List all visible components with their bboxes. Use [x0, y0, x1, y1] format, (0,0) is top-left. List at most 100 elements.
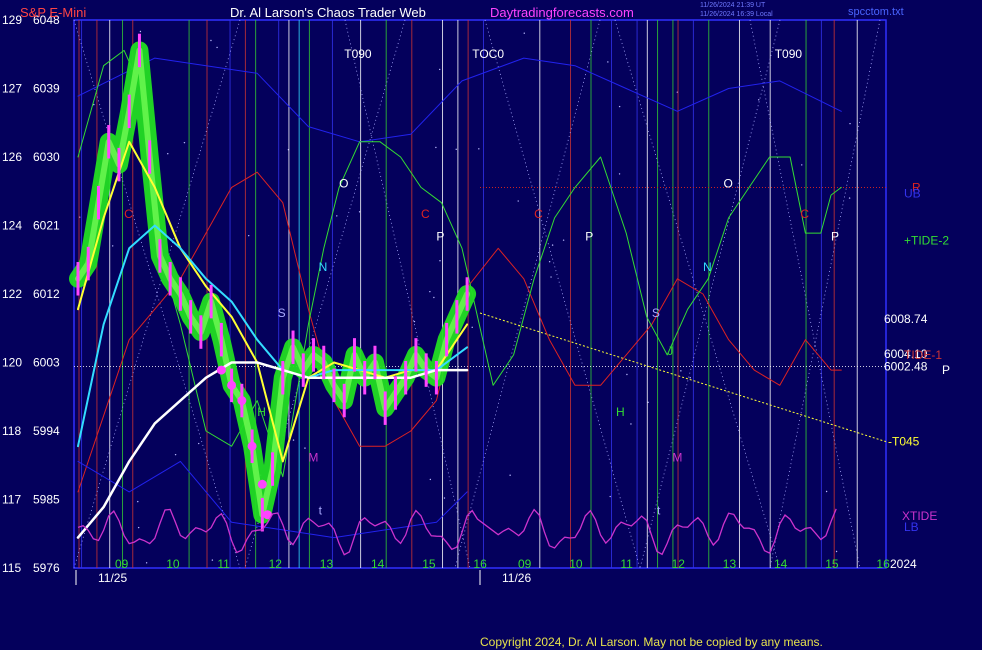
- instrument-title: S&P E-Mini: [20, 5, 87, 20]
- angle-line: [484, 19, 641, 569]
- star: [216, 46, 218, 49]
- price-dot: [227, 380, 237, 390]
- star: [471, 326, 473, 329]
- star: [835, 550, 838, 553]
- star: [358, 211, 361, 213]
- star: [478, 148, 480, 150]
- annotation-c: C: [421, 207, 430, 221]
- x-date-label: 11/25: [98, 571, 127, 585]
- star: [455, 148, 457, 151]
- y-tick-left: 127: [2, 82, 22, 96]
- star: [167, 152, 169, 155]
- y-tick-left: 124: [2, 219, 22, 233]
- y-tick-left: 122: [2, 287, 22, 301]
- x-hour-label: 14: [371, 557, 385, 571]
- x-hour-label: 11: [217, 557, 230, 571]
- star: [825, 490, 828, 493]
- star: [443, 497, 446, 499]
- star: [758, 99, 760, 101]
- star: [689, 377, 691, 379]
- angle-line: [749, 19, 861, 569]
- star: [523, 32, 525, 34]
- star: [429, 290, 431, 293]
- x-hour-label: 15: [825, 557, 839, 571]
- y-tick-right: 6021: [33, 219, 60, 233]
- x-hour-label: 14: [774, 557, 788, 571]
- right-label: UB: [904, 187, 921, 201]
- star: [336, 215, 338, 217]
- annotation-s: S: [278, 306, 286, 320]
- y-tick-left: 117: [2, 493, 21, 507]
- price-dot: [247, 441, 257, 451]
- x-hour-label: 09: [115, 557, 129, 571]
- price-dot: [237, 396, 247, 406]
- y-tick-right: 5985: [33, 493, 60, 507]
- star: [848, 197, 851, 199]
- upper-band-line: [77, 57, 842, 143]
- star: [137, 500, 139, 503]
- star: [626, 373, 628, 376]
- star: [111, 245, 114, 247]
- x-hour-label: 16: [876, 557, 890, 571]
- annotation-j: J: [667, 344, 673, 358]
- star: [174, 453, 177, 456]
- star: [607, 61, 609, 63]
- star: [618, 173, 621, 175]
- right-label: -T045: [888, 435, 920, 449]
- x-hour-label: 13: [320, 557, 334, 571]
- star: [439, 260, 441, 262]
- y-tick-right: 6039: [33, 82, 60, 96]
- y-tick-right: 6003: [33, 356, 60, 370]
- price-dot: [257, 479, 267, 489]
- x-year-label: 2024: [890, 557, 917, 571]
- star: [562, 239, 565, 241]
- file-name: spcctom.txt: [848, 6, 904, 18]
- annotation-m: M: [308, 450, 318, 464]
- star: [304, 447, 306, 449]
- site-title: Dr. Al Larson's Chaos Trader Web: [230, 5, 426, 20]
- x-date-label: 11/26: [502, 571, 531, 585]
- timestamp-local: 11/26/2024 16:39 Local: [700, 11, 773, 18]
- star: [248, 234, 250, 237]
- copyright: Copyright 2024, Dr. Al Larson. May not b…: [480, 635, 823, 649]
- annotation-m: M: [672, 450, 682, 464]
- y-tick-left: 120: [2, 356, 22, 370]
- xtide-line: [77, 508, 837, 556]
- annotation-n: N: [703, 260, 712, 274]
- right-label: +TIDE-2: [904, 234, 949, 248]
- annotation-h: H: [257, 405, 266, 419]
- star: [550, 276, 552, 278]
- star: [609, 495, 611, 498]
- t045-line: [479, 312, 887, 443]
- star: [849, 122, 851, 125]
- price-chart: 129 6048127 6039126 6030124 6021122 6012120 60…: [2, 13, 950, 585]
- star: [509, 474, 511, 476]
- x-hour-label: 09: [518, 557, 532, 571]
- x-hour-label: 11: [620, 557, 633, 571]
- plot-frame: [73, 19, 887, 569]
- star: [680, 370, 682, 372]
- x-hour-label: 10: [166, 557, 180, 571]
- star: [210, 39, 212, 42]
- star: [433, 296, 435, 299]
- star: [289, 543, 292, 545]
- site-url[interactable]: Daytradingforecasts.com: [490, 5, 634, 20]
- annotation-t090: T090: [344, 47, 372, 61]
- y-tick-right: 6030: [33, 150, 60, 164]
- star: [183, 141, 186, 144]
- annotation-n: N: [319, 260, 328, 274]
- right-label: TIDE-1: [904, 348, 942, 362]
- level-label: 6008.74: [884, 312, 928, 326]
- x-hour-label: 16: [473, 557, 487, 571]
- angle-line: [454, 19, 601, 569]
- price-dot: [216, 365, 226, 375]
- x-hour-label: 15: [422, 557, 436, 571]
- star: [438, 68, 441, 71]
- angle-line: [769, 19, 881, 569]
- y-tick-right: 5976: [33, 561, 60, 575]
- x-hour-label: 12: [269, 557, 283, 571]
- annotation-c: C: [124, 207, 133, 221]
- star: [801, 164, 803, 166]
- annotation-t: t: [319, 504, 323, 518]
- star: [517, 200, 519, 202]
